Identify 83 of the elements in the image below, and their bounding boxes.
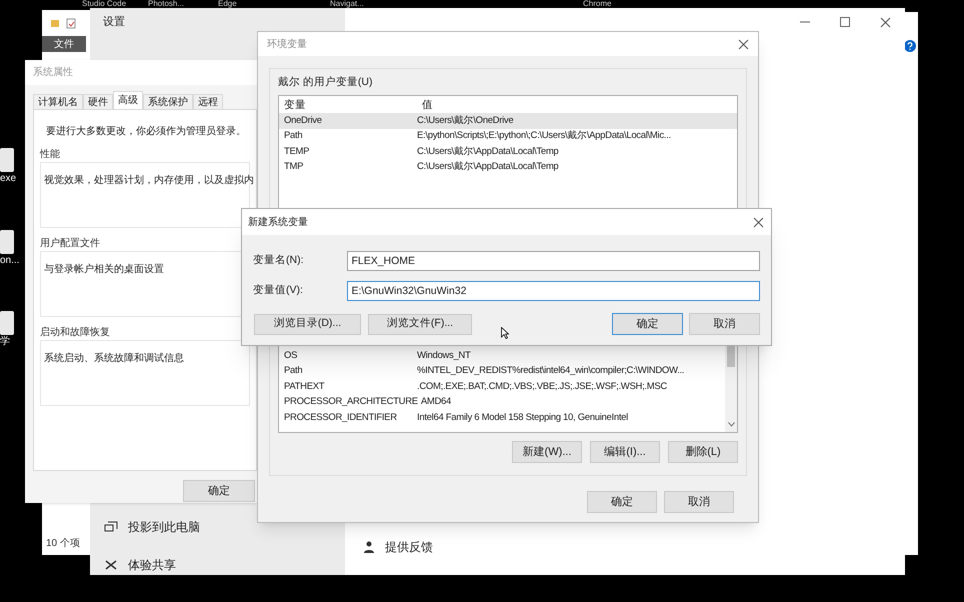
variable-row[interactable]: OS Windows_NT [279,348,725,364]
variable-name: Path [283,364,304,378]
ribbon-file-tab[interactable]: 文件 [42,36,86,52]
variable-name: PROCESSOR_IDENTIFIER [283,410,398,425]
variable-value: C:\Users\戴尔\AppData\Local\Temp [417,144,558,159]
taskbar-label[interactable]: Chrome [583,0,612,8]
dialog-button[interactable]: 新建(W)... [512,441,582,463]
tab[interactable]: 高级 [113,91,143,109]
variable-name: OneDrive [283,114,323,128]
taskbar-label[interactable]: Edge [218,0,237,8]
feedback-link[interactable]: 提供反馈 [345,538,905,575]
taskbar-label[interactable]: Photosh... [148,0,184,8]
dialog-button[interactable]: 确定 [612,313,683,335]
group-description: 系统启动、系统故障和调试信息 [44,353,184,364]
variable-row[interactable]: Path %INTEL_DEV_REDIST%redist\intel64_win\compiler;C:\WINDOW... [279,364,725,379]
person-icon [363,541,375,553]
window-title: 设置 [103,14,125,30]
desktop-icon-label[interactable]: 学 [0,336,10,348]
variable-row[interactable]: TMP C:\Users\戴尔\AppData\Local\Temp [279,160,737,175]
variable-row[interactable]: Path E:\python\Scripts\;E:\python\;C:\Users\戴尔\AppData\Local\Mic... [279,128,737,144]
variable-value: Intel64 Family 6 Model 158 Stepping 10, GenuineIntel [417,410,628,425]
settings-nav-item[interactable]: 体验共享 [90,555,345,575]
text-input[interactable]: E:\GnuWin32\GnuWin32 [347,281,760,301]
help-icon[interactable] [904,40,916,52]
monitor-icon [104,521,118,533]
close-icon[interactable] [753,216,764,228]
field-label: 变量名(N): [253,253,304,268]
variable-value: Windows_NT [417,348,470,363]
variable-name: PROCESSOR_ARCHITECTURE [283,395,419,410]
tab[interactable]: 系统保护 [143,94,193,109]
variable-name: TEMP [283,144,310,159]
window-title: 系统属性 [33,66,73,80]
section-label: 戴尔 的用户变量(U) [278,75,374,89]
variable-value: .COM;.EXE;.BAT;.CMD;.VBS;.VBE;.JS;.JSE;.WSF;.WSH;.MSC [417,380,667,394]
browse-button[interactable]: 浏览文件(F)... [368,314,472,334]
variable-value: AMD64 [420,395,451,410]
variable-name: PATHEXT [283,380,326,394]
dialog-button[interactable]: 取消 [664,491,734,513]
item-count: 10 个项 [45,537,81,551]
variable-row[interactable]: PATHEXT .COM;.EXE;.BAT;.CMD;.VBS;.VBE;.JS;.JSE;.WSF;.WSH;.MSC [279,379,725,394]
field-label: 变量值(V): [253,283,304,298]
dialog-button[interactable]: 确定 [183,480,255,502]
dialog-button[interactable]: 删除(L) [668,441,738,463]
desktop-icon-label[interactable]: exe [0,173,16,185]
variable-name: Path [283,129,304,144]
variable-value: C:\Users\戴尔\OneDrive [417,114,514,128]
taskbar-label[interactable]: Studio Code [82,0,126,8]
admin-notice: 要进行大多数更改，你必须作为管理员登录。 [45,124,247,139]
window-title: 新建系统变量 [248,216,308,230]
variable-value: C:\Users\戴尔\AppData\Local\Temp [417,160,558,174]
text-input[interactable]: FLEX_HOME [347,251,760,271]
mouse-pointer-icon [501,327,509,339]
group-title: 用户配置文件 [40,237,101,251]
window-title: 环境变量 [267,38,307,52]
variable-row[interactable]: PROCESSOR_ARCHITECTURE AMD64 [279,394,725,410]
desktop-icon-label[interactable]: on... [0,255,20,267]
variable-name: OS [283,348,298,363]
maximize-icon[interactable] [840,17,850,27]
close-icon[interactable] [738,38,749,50]
group-title: 性能 [40,148,61,162]
variable-row[interactable]: PROCESSOR_IDENTIFIER Intel64 Family 6 Model 158 Stepping 10, GenuineIntel [279,410,725,426]
column-header[interactable]: 变量 [279,98,417,114]
taskbar-label[interactable]: Navigat... [330,0,364,8]
group-description: 视觉效果，处理器计划，内存使用，以及虚拟内 [44,175,254,186]
group-description: 与登录帐户相关的桌面设置 [44,264,164,275]
group-title: 启动和故障恢复 [40,326,111,340]
column-header[interactable]: 值 [417,98,433,114]
checklist-icon[interactable] [66,18,76,28]
dialog-button[interactable]: 编辑(I)... [590,441,660,463]
tab[interactable]: 硬件 [83,94,113,109]
settings-nav-item[interactable]: 投影到此电脑 [90,517,345,537]
variable-name: TMP [283,160,304,174]
dialog-button[interactable]: 取消 [689,313,760,335]
chevron-down-icon[interactable] [728,422,734,427]
tab[interactable]: 计算机名 [33,94,83,109]
close-icon[interactable] [880,16,891,28]
variable-value: E:\python\Scripts\;E:\python\;C:\Users\戴尔\AppData\Local\Mic... [417,129,671,144]
tab[interactable]: 远程 [193,94,223,109]
variable-value: %INTEL_DEV_REDIST%redist\intel64_win\compiler;C:\WINDOW... [417,364,684,378]
variable-row[interactable]: OneDrive C:\Users\戴尔\OneDrive [279,113,737,128]
browse-button[interactable]: 浏览目录(D)... [254,314,361,334]
dialog-button[interactable]: 确定 [587,491,657,513]
variable-row[interactable]: TEMP C:\Users\戴尔\AppData\Local\Temp [279,144,737,160]
